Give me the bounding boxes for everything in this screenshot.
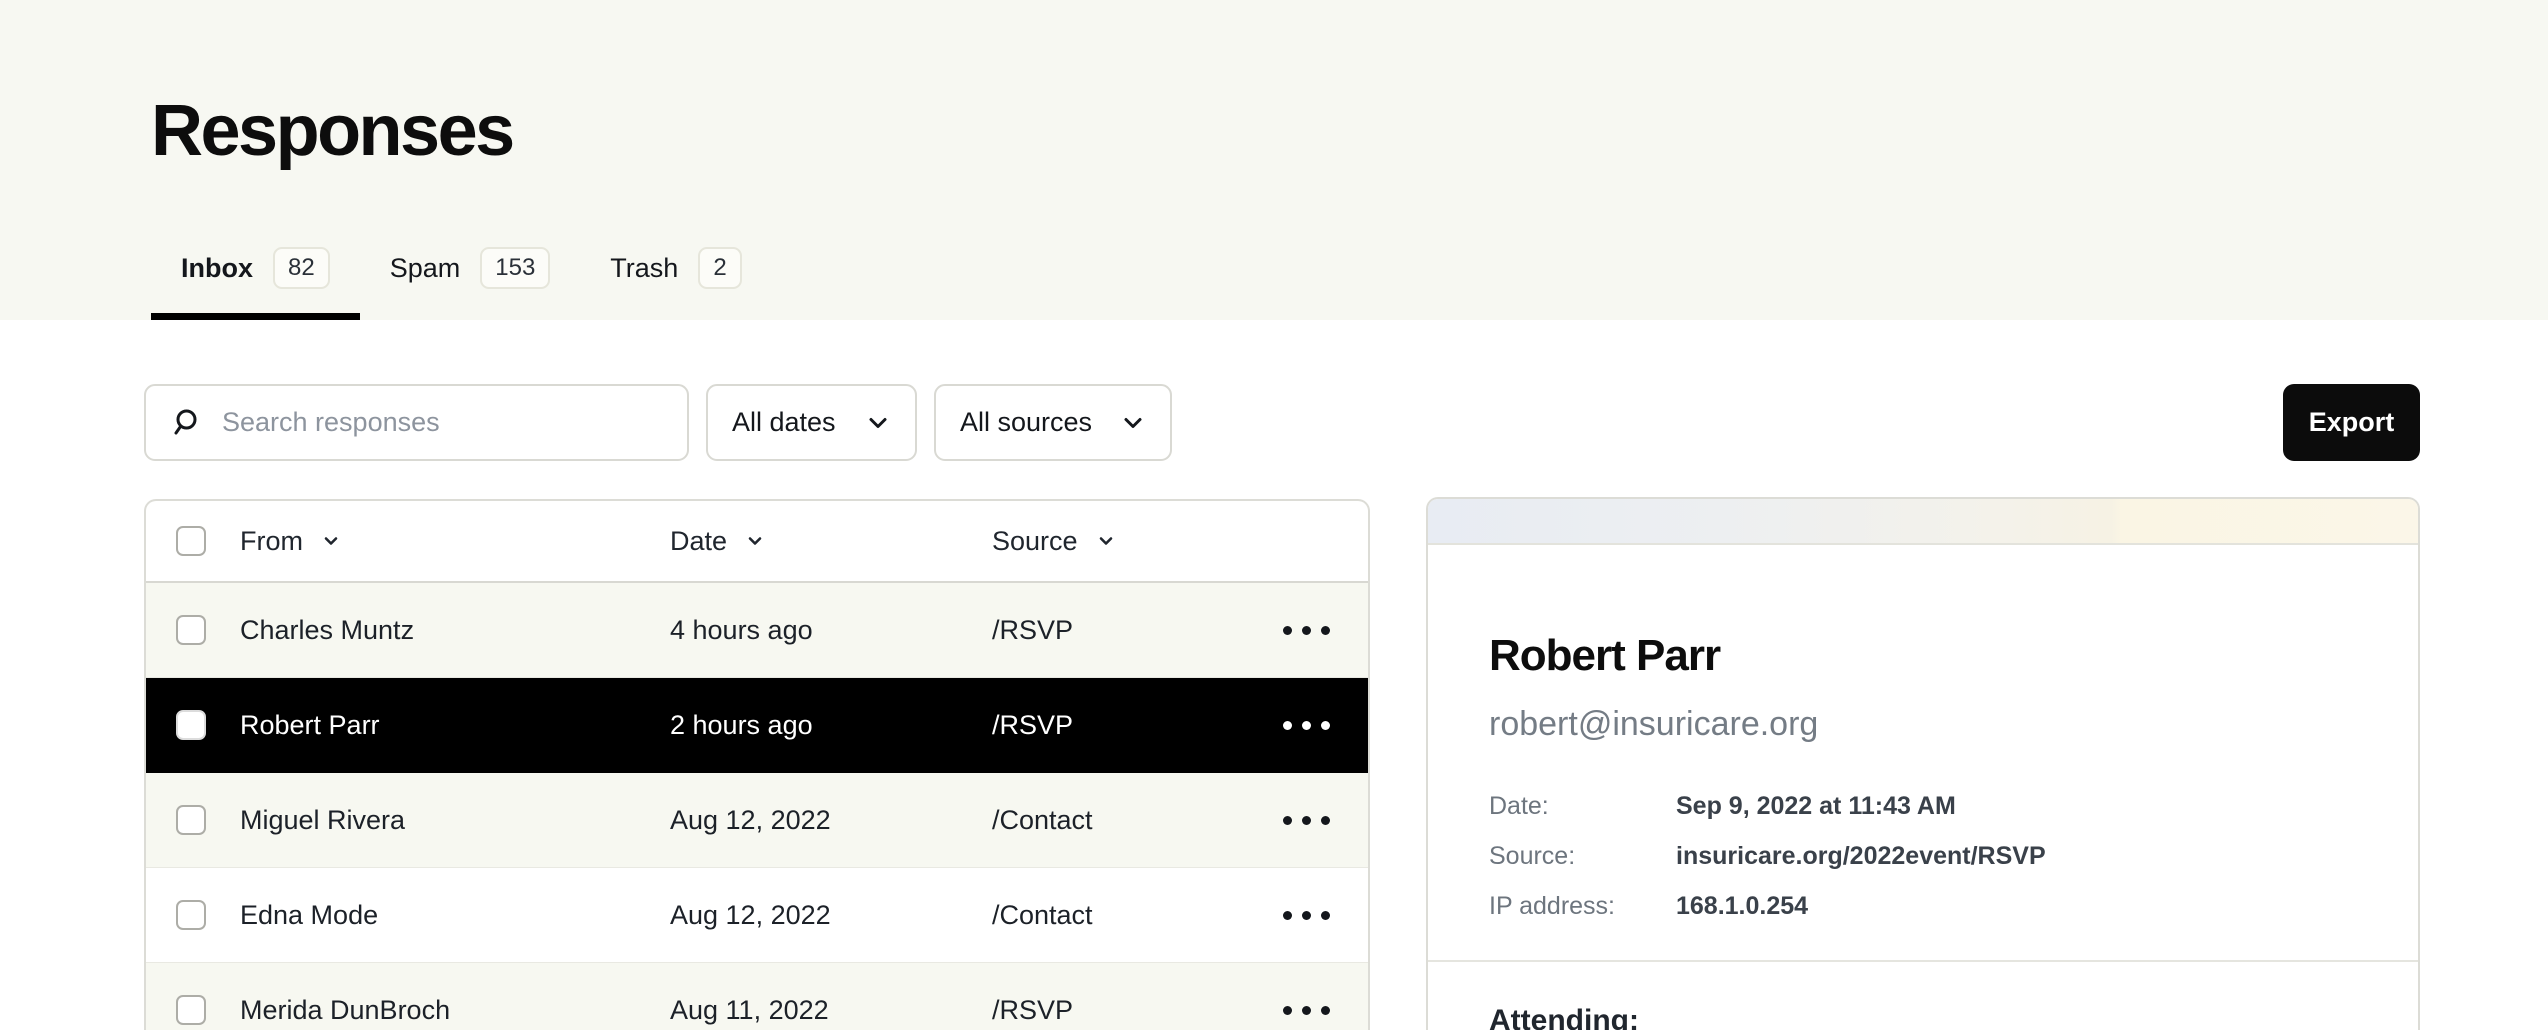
table-row[interactable]: Miguel Rivera Aug 12, 2022 /Contact — [146, 773, 1368, 868]
meta-row-ip: IP address: 168.1.0.254 — [1489, 892, 2357, 921]
meta-row-source: Source: insuricare.org/2022event/RSVP — [1489, 842, 2357, 871]
divider — [1428, 960, 2418, 962]
table-row[interactable]: Edna Mode Aug 12, 2022 /Contact — [146, 868, 1368, 963]
search-icon — [168, 406, 202, 440]
select-all-checkbox[interactable] — [176, 526, 206, 556]
column-header-date[interactable]: Date — [670, 526, 992, 557]
source-filter-value: All sources — [960, 407, 1092, 438]
row-checkbox[interactable] — [176, 710, 206, 740]
row-date: Aug 11, 2022 — [670, 995, 992, 1026]
responses-table: From Date Source Charles Muntz 4 hours a… — [144, 499, 1370, 1030]
row-from: Edna Mode — [240, 900, 670, 931]
chevron-down-icon — [865, 410, 891, 436]
chevron-down-icon — [1096, 531, 1116, 551]
chevron-down-icon — [1120, 410, 1146, 436]
detail-gradient-banner — [1428, 499, 2418, 545]
page-title: Responses — [151, 92, 513, 171]
detail-name: Robert Parr — [1489, 631, 2357, 681]
tab-spam-count-badge: 153 — [480, 247, 550, 289]
tab-trash-label: Trash — [610, 253, 678, 284]
attending-section-heading: Attending: — [1489, 1004, 2357, 1030]
meta-value: Sep 9, 2022 at 11:43 AM — [1676, 792, 1956, 821]
table-row[interactable]: Merida DunBroch Aug 11, 2022 /RSVP — [146, 963, 1368, 1030]
row-actions-button[interactable] — [1274, 721, 1368, 730]
detail-meta: Date: Sep 9, 2022 at 11:43 AM Source: in… — [1489, 792, 2357, 921]
row-checkbox[interactable] — [176, 900, 206, 930]
column-header-source[interactable]: Source — [992, 526, 1274, 557]
tab-inbox-label: Inbox — [181, 253, 253, 284]
row-from: Miguel Rivera — [240, 805, 670, 836]
meta-value: 168.1.0.254 — [1676, 892, 1808, 921]
table-row-selected[interactable]: Robert Parr 2 hours ago /RSVP — [146, 678, 1368, 773]
search-box[interactable] — [144, 384, 689, 461]
chevron-down-icon — [745, 531, 765, 551]
tab-trash[interactable]: Trash 2 — [580, 247, 771, 320]
row-source: /Contact — [992, 900, 1274, 931]
response-detail-panel: Robert Parr robert@insuricare.org Date: … — [1426, 497, 2420, 1030]
tab-spam[interactable]: Spam 153 — [360, 247, 581, 320]
chevron-down-icon — [321, 531, 341, 551]
tab-trash-count-badge: 2 — [698, 247, 741, 289]
meta-value: insuricare.org/2022event/RSVP — [1676, 842, 2046, 871]
row-actions-button[interactable] — [1274, 1006, 1368, 1015]
row-from: Charles Muntz — [240, 615, 670, 646]
row-actions-button[interactable] — [1274, 626, 1368, 635]
table-header-row: From Date Source — [146, 501, 1368, 583]
row-date: Aug 12, 2022 — [670, 805, 992, 836]
row-date: 2 hours ago — [670, 710, 992, 741]
row-source: /RSVP — [992, 995, 1274, 1026]
meta-label: Source: — [1489, 842, 1676, 871]
header-band: Responses Inbox 82 Spam 153 Trash 2 — [0, 0, 2548, 320]
date-filter-value: All dates — [732, 407, 836, 438]
detail-email: robert@insuricare.org — [1489, 705, 2357, 744]
meta-label: IP address: — [1489, 892, 1676, 921]
column-header-from[interactable]: From — [240, 526, 670, 557]
row-from: Robert Parr — [240, 710, 670, 741]
tab-bar: Inbox 82 Spam 153 Trash 2 — [151, 247, 772, 320]
row-source: /RSVP — [992, 615, 1274, 646]
source-filter-dropdown[interactable]: All sources — [934, 384, 1172, 461]
row-checkbox[interactable] — [176, 805, 206, 835]
row-checkbox[interactable] — [176, 995, 206, 1025]
row-checkbox[interactable] — [176, 615, 206, 645]
row-source: /RSVP — [992, 710, 1274, 741]
row-date: 4 hours ago — [670, 615, 992, 646]
row-actions-button[interactable] — [1274, 911, 1368, 920]
search-input[interactable] — [222, 407, 665, 438]
tab-inbox-count-badge: 82 — [273, 247, 330, 289]
export-button[interactable]: Export — [2283, 384, 2420, 461]
table-row[interactable]: Charles Muntz 4 hours ago /RSVP — [146, 583, 1368, 678]
tab-spam-label: Spam — [390, 253, 461, 284]
tab-inbox[interactable]: Inbox 82 — [151, 247, 360, 320]
row-from: Merida DunBroch — [240, 995, 670, 1026]
row-actions-button[interactable] — [1274, 816, 1368, 825]
meta-label: Date: — [1489, 792, 1676, 821]
row-date: Aug 12, 2022 — [670, 900, 992, 931]
row-source: /Contact — [992, 805, 1274, 836]
meta-row-date: Date: Sep 9, 2022 at 11:43 AM — [1489, 792, 2357, 821]
date-filter-dropdown[interactable]: All dates — [706, 384, 917, 461]
